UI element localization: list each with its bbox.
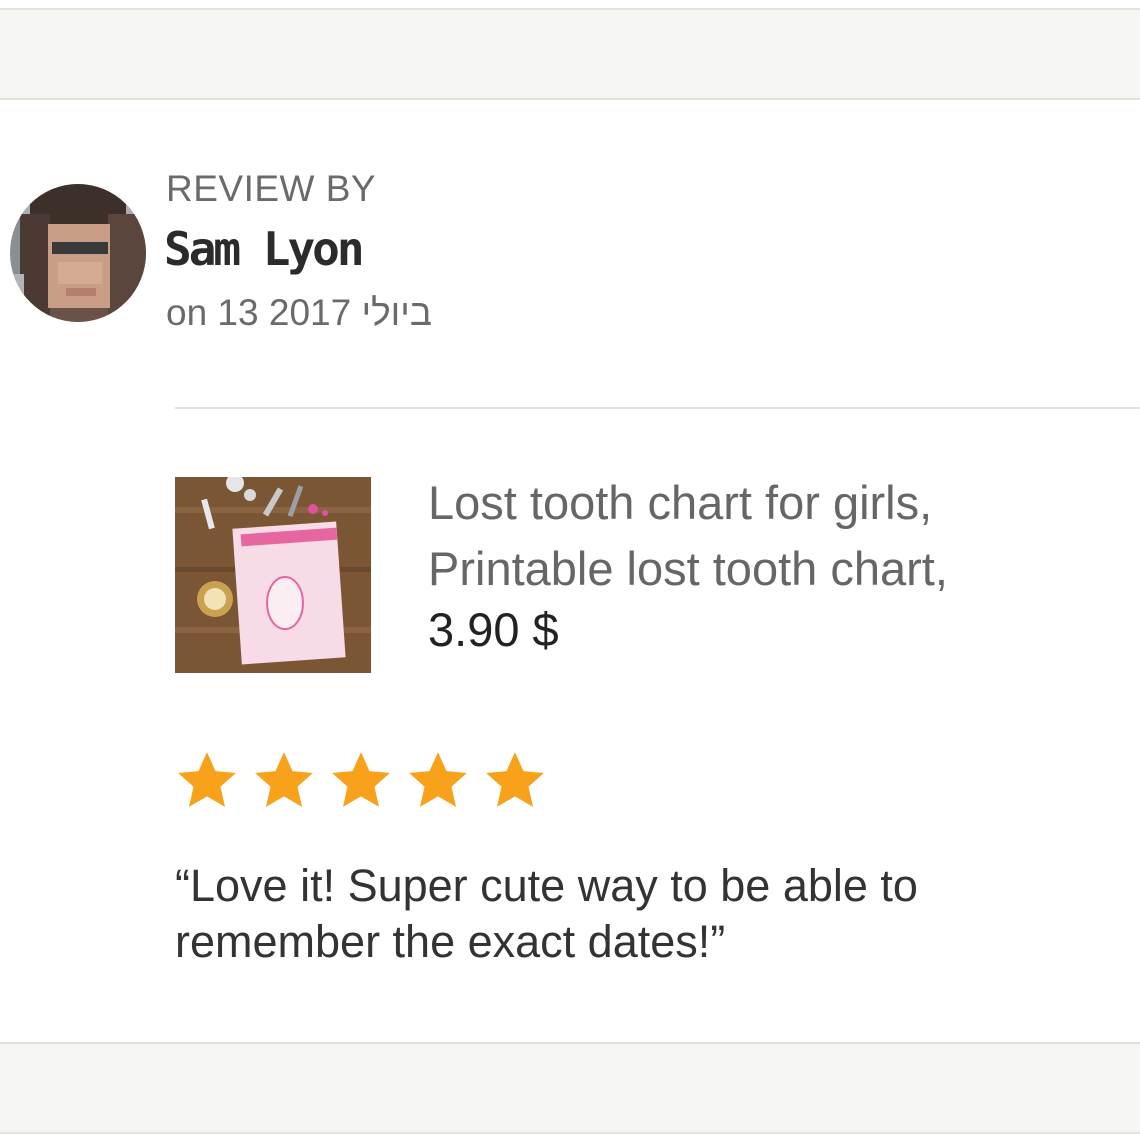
review-text: “Love it! Super cute way to be able to r…: [175, 858, 1135, 970]
divider: [175, 407, 1140, 409]
product-title[interactable]: Lost tooth chart for girls, Printable lo…: [428, 470, 1128, 602]
product-thumbnail[interactable]: [175, 477, 371, 673]
star-rating: [174, 748, 559, 814]
reviewer-avatar[interactable]: [10, 184, 146, 322]
reviewer-name[interactable]: Sam Lyon: [164, 222, 365, 276]
product-title-line-1[interactable]: Lost tooth chart for girls,: [428, 470, 1128, 536]
top-band: [0, 8, 1140, 100]
review-card: REVIEW BY Sam Lyon on 13 ביולי 2017 Lost…: [0, 0, 1140, 1140]
star-icon: [332, 752, 390, 807]
star-icon: [486, 752, 544, 807]
review-text-line-1: “Love it! Super cute way to be able to: [175, 860, 918, 911]
product-title-line-2[interactable]: Printable lost tooth chart,: [428, 536, 1128, 602]
review-by-label: REVIEW BY: [166, 168, 377, 209]
star-icon: [409, 752, 467, 807]
star-icon: [255, 752, 313, 807]
star-icon: [178, 752, 236, 807]
product-price: 3.90 $: [428, 603, 559, 656]
bottom-band: [0, 1042, 1140, 1134]
review-text-line-2: remember the exact dates!”: [175, 916, 726, 967]
review-date: on 13 ביולי 2017: [166, 292, 433, 333]
